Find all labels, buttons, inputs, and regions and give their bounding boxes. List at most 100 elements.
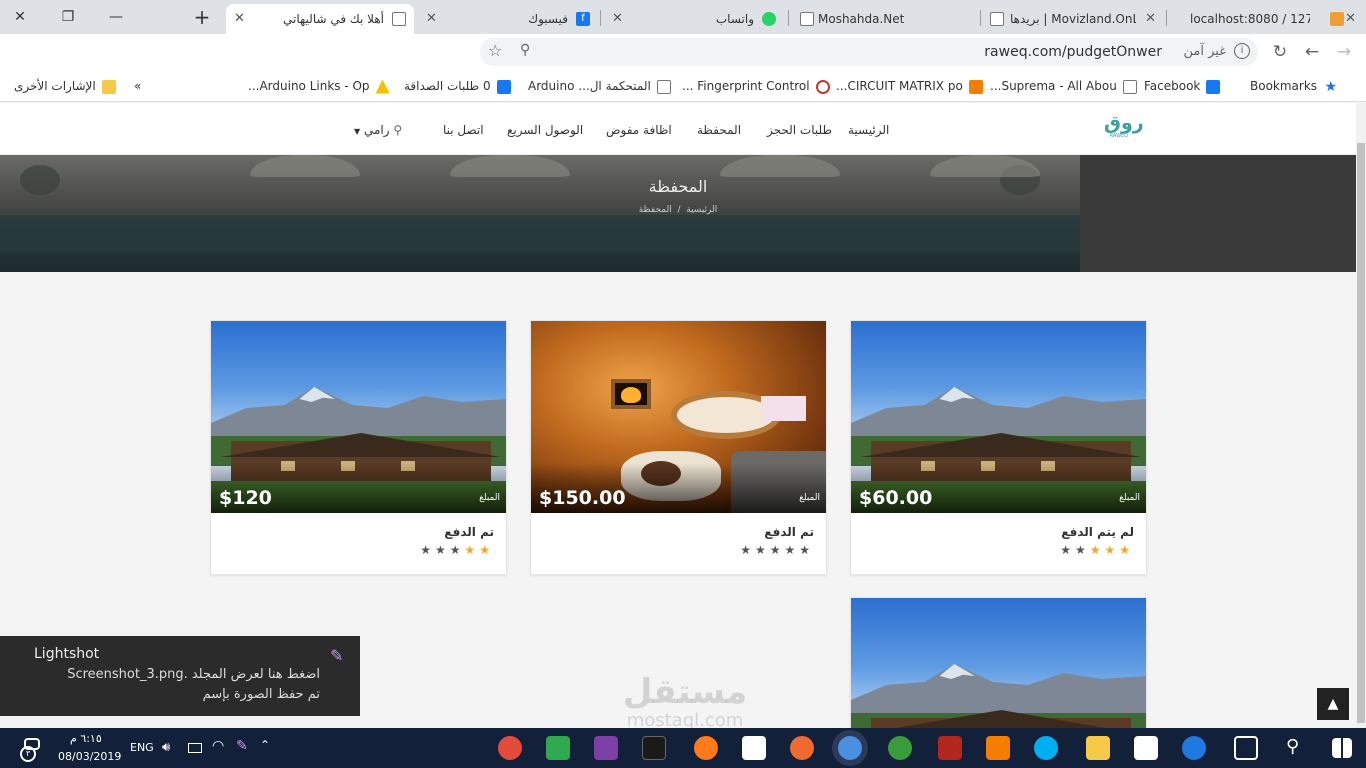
scroll-to-top-button[interactable]: ▲	[1317, 688, 1349, 720]
edge-icon[interactable]	[1182, 736, 1206, 760]
wallet-card[interactable]: $150.00 المبلغ تم الدفع ★★★★★	[530, 320, 827, 575]
breadcrumb-home[interactable]: الرئيسية	[686, 205, 717, 215]
forward-icon[interactable]: →	[1330, 38, 1358, 66]
folder-icon	[101, 79, 116, 94]
filezilla-icon[interactable]	[938, 736, 962, 760]
tab-whatsapp[interactable]: ✕ واتساب	[604, 4, 784, 34]
wifi-icon[interactable]: ◠	[212, 738, 224, 754]
rating-stars: ★★★★★	[740, 543, 814, 557]
bookmark-suprema[interactable]: Suprema - All Abou...	[990, 77, 1137, 95]
page-scrollbar[interactable]	[1356, 103, 1366, 728]
info-icon[interactable]: i	[1234, 43, 1250, 59]
nav-booking-requests[interactable]: طلبات الحجز	[767, 123, 832, 137]
blogger-icon	[968, 79, 983, 94]
calendar-app-icon[interactable]	[546, 736, 570, 760]
phpstorm-icon[interactable]	[594, 736, 618, 760]
close-icon[interactable]: ✕	[426, 6, 437, 32]
volume-icon[interactable]: 🔊︎	[162, 740, 170, 755]
window-close-button[interactable]: ✕	[0, 4, 40, 30]
tab-facebook[interactable]: ✕ فيسبوك f	[418, 4, 598, 34]
bookmark-fingerprint[interactable]: Fingerprint Control ...	[682, 77, 830, 95]
tab-localhost[interactable]: ✕ localhost:8080 / 127.0.0	[1170, 4, 1360, 34]
page-icon	[990, 12, 1004, 26]
watermark: مستقل mostaql.com	[622, 672, 748, 731]
wallet-card[interactable]: $60.00 المبلغ لم يتم الدفع ★★★★★	[850, 320, 1147, 575]
tab-title: أهلا بك في شاليهاتي	[283, 12, 384, 26]
card-price: $60.00	[859, 487, 933, 509]
bookmark-star-icon[interactable]: ☆	[488, 41, 502, 60]
xampp-icon[interactable]	[986, 736, 1010, 760]
windows-start-icon[interactable]	[1332, 738, 1352, 758]
nav-contact[interactable]: اتصل بنا	[443, 123, 484, 137]
url-text: raweq.com/pudgetOnwer	[984, 44, 1162, 60]
address-bar[interactable]: ☆ ⚲ raweq.com/pudgetOnwer غير آمن i	[480, 38, 1258, 66]
action-center-icon[interactable]	[24, 738, 40, 750]
nav-home[interactable]: الرئيسية	[848, 123, 889, 137]
hotspot-icon[interactable]	[888, 736, 912, 760]
chevron-up-icon[interactable]: ⌃	[260, 738, 270, 752]
feather-icon: ✎	[330, 646, 344, 665]
bookmark-friend-requests[interactable]: 0 طلبات الصداقة	[404, 77, 511, 95]
chrome-canary-icon[interactable]	[498, 736, 522, 760]
battery-icon[interactable]	[188, 743, 202, 753]
close-icon[interactable]: ✕	[1345, 6, 1356, 32]
tab-chalet[interactable]: ✕ أهلا بك في شاليهاتي	[226, 4, 414, 34]
nav-quick-access[interactable]: الوصول السريع	[507, 123, 583, 137]
user-menu[interactable]: ⚲ رامي ▼	[354, 123, 402, 137]
page-icon	[656, 79, 671, 94]
chrome-icon[interactable]	[838, 736, 862, 760]
bookmark-arduino[interactable]: المتحكمة ال... Arduino	[528, 77, 671, 95]
lightshot-tray-icon[interactable]: ✎	[236, 738, 248, 754]
swift-icon[interactable]	[790, 736, 814, 760]
notification-line-2: تم حفظ الصورة بإسم	[202, 687, 320, 702]
new-tab-button[interactable]: +	[182, 4, 222, 30]
wallet-card[interactable]	[850, 597, 1147, 728]
clock-date: 08/03/2019	[58, 750, 122, 763]
hevc-icon[interactable]	[642, 736, 666, 760]
search-icon[interactable]: ⚲	[1286, 736, 1299, 757]
close-icon[interactable]: ✕	[1145, 6, 1156, 32]
file-explorer-icon[interactable]	[1086, 736, 1110, 760]
chevron-up-icon: ▲	[1327, 696, 1339, 712]
payment-status: تم الدفع	[764, 525, 814, 539]
window-minimize-button[interactable]: —	[96, 4, 136, 30]
reload-icon[interactable]: ↻	[1266, 38, 1294, 66]
lightshot-notification[interactable]: Lightshot ✎ اضغط هنا لعرض المجلد .Screen…	[0, 636, 360, 716]
rating-stars: ★★★★★	[1060, 543, 1134, 557]
bookmarks-overflow[interactable]: »	[134, 77, 141, 95]
site-logo[interactable]: روق RAWEQ	[1104, 113, 1144, 145]
nav-add-delegate[interactable]: اظافة مفوض	[606, 123, 672, 137]
skype-icon[interactable]	[1034, 736, 1058, 760]
wallet-card[interactable]: $120 المبلغ تم الدفع ★★★★★	[210, 320, 507, 575]
close-icon[interactable]: ✕	[612, 6, 623, 32]
store-icon[interactable]	[1134, 736, 1158, 760]
task-view-icon[interactable]	[1234, 736, 1258, 760]
site-navbar: روق RAWEQ الرئيسية طلبات الحجز المحفظة ا…	[0, 103, 1356, 155]
bookmark-circuit-matrix[interactable]: CIRCUIT MATRIX po...	[836, 77, 983, 95]
bookmark-facebook[interactable]: Facebook	[1144, 77, 1221, 95]
window-restore-button[interactable]: ❐	[48, 4, 88, 30]
settings-icon	[815, 79, 830, 94]
room-image: $150.00 المبلغ	[531, 321, 826, 513]
bookmark-arduino-links[interactable]: Arduino Links - Op...	[248, 77, 390, 95]
warning-icon	[375, 79, 390, 94]
page-icon	[800, 12, 814, 26]
facebook-icon	[496, 79, 511, 94]
windows-taskbar: ٣ ٦:١٥ م 08/03/2019 ENG 🔊︎ ◠ ✎ ⌃ ⚲	[0, 728, 1366, 768]
nav-wallet[interactable]: المحفظة	[697, 123, 741, 137]
tab-moshahda[interactable]: ✕ Moshahda.Net	[792, 4, 978, 34]
language-indicator[interactable]: ENG	[130, 741, 154, 754]
tab-title: localhost:8080 / 127.0.0	[1190, 12, 1310, 26]
bookmark-other-folder[interactable]: الإشارات الأخرى	[14, 77, 116, 95]
firefox-icon[interactable]	[694, 736, 718, 760]
bookmark-bookmarks[interactable]: ★Bookmarks	[1250, 77, 1337, 95]
back-icon[interactable]: ←	[1298, 38, 1326, 66]
browser-tab-bar: ✕ ❐ — + ✕ أهلا بك في شاليهاتي ✕ فيسبوك f…	[0, 0, 1366, 34]
mail-icon[interactable]	[742, 736, 766, 760]
tab-title: فيسبوك	[528, 12, 568, 26]
tab-movizland[interactable]: ✕ بريدها | Movizland.OnLinE	[984, 4, 1164, 34]
close-icon[interactable]: ✕	[234, 6, 245, 32]
search-icon[interactable]: ⚲	[520, 42, 530, 58]
notification-title: Lightshot	[34, 646, 100, 662]
bookmarks-bar: ★Bookmarks Facebook Suprema - All Abou..…	[0, 70, 1366, 102]
